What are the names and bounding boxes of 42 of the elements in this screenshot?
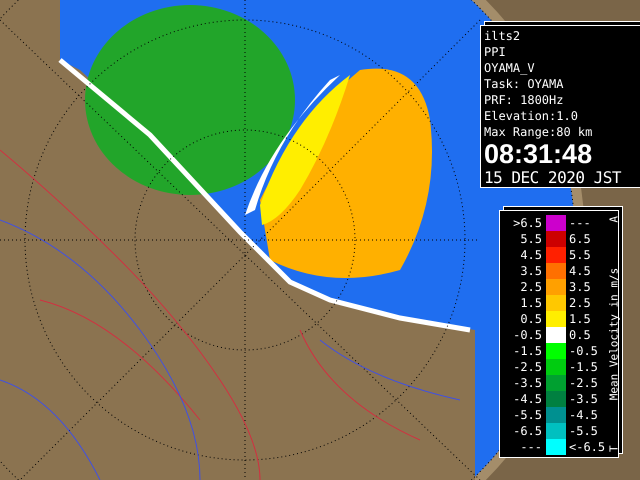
legend-value: -0.5 bbox=[569, 344, 599, 358]
legend-value: 1.5 bbox=[569, 312, 592, 326]
legend-value: -6.5 bbox=[512, 424, 542, 438]
info-text: PRF: 1800Hz bbox=[484, 92, 564, 108]
legend-value: --- bbox=[569, 216, 592, 230]
legend-value: -4.5 bbox=[512, 392, 542, 406]
legend-value: -4.5 bbox=[569, 408, 599, 422]
legend-value: 3.5 bbox=[519, 264, 542, 278]
time-text: 08:31:48 bbox=[484, 140, 592, 168]
legend-value: 2.5 bbox=[569, 296, 592, 310]
info-text: Max Range:80 km bbox=[484, 124, 592, 140]
legend-value: -2.5 bbox=[569, 376, 599, 390]
legend-value: --- bbox=[519, 440, 542, 454]
legend-value: 2.5 bbox=[519, 280, 542, 294]
legend-value: 3.5 bbox=[569, 280, 592, 294]
info-text: ilts2 bbox=[484, 28, 520, 44]
legend-value: 4.5 bbox=[569, 264, 592, 278]
info-text: Task: OYAMA bbox=[484, 76, 564, 92]
legend-value: -3.5 bbox=[569, 392, 599, 406]
legend-value: -1.5 bbox=[569, 360, 599, 374]
legend-value: -2.5 bbox=[512, 360, 542, 374]
date-text: 15 DEC 2020 JST bbox=[484, 168, 621, 188]
legend-value: -0.5 bbox=[512, 328, 542, 342]
legend-value: 6.5 bbox=[569, 232, 592, 246]
legend-value: 1.5 bbox=[519, 296, 542, 310]
legend-value: 4.5 bbox=[519, 248, 542, 262]
legend-title: Mean Velocity in m/s bbox=[607, 268, 620, 400]
info-text: PPI bbox=[484, 44, 506, 60]
legend-value: -5.5 bbox=[512, 408, 542, 422]
legend-value: -5.5 bbox=[569, 424, 599, 438]
legend-value: <-6.5 bbox=[569, 440, 606, 454]
legend-value: -1.5 bbox=[512, 344, 542, 358]
legend-mark: T bbox=[607, 445, 620, 452]
legend-value: 0.5 bbox=[569, 328, 592, 342]
legend-value: -3.5 bbox=[512, 376, 542, 390]
legend-value: 0.5 bbox=[519, 312, 542, 326]
legend-mark: A bbox=[607, 216, 620, 223]
legend-value: 5.5 bbox=[519, 232, 542, 246]
info-text: OYAMA_V bbox=[484, 60, 535, 76]
legend-value: >6.5 bbox=[512, 216, 542, 230]
info-text: Elevation:1.0 bbox=[484, 108, 578, 124]
legend-value: 5.5 bbox=[569, 248, 592, 262]
